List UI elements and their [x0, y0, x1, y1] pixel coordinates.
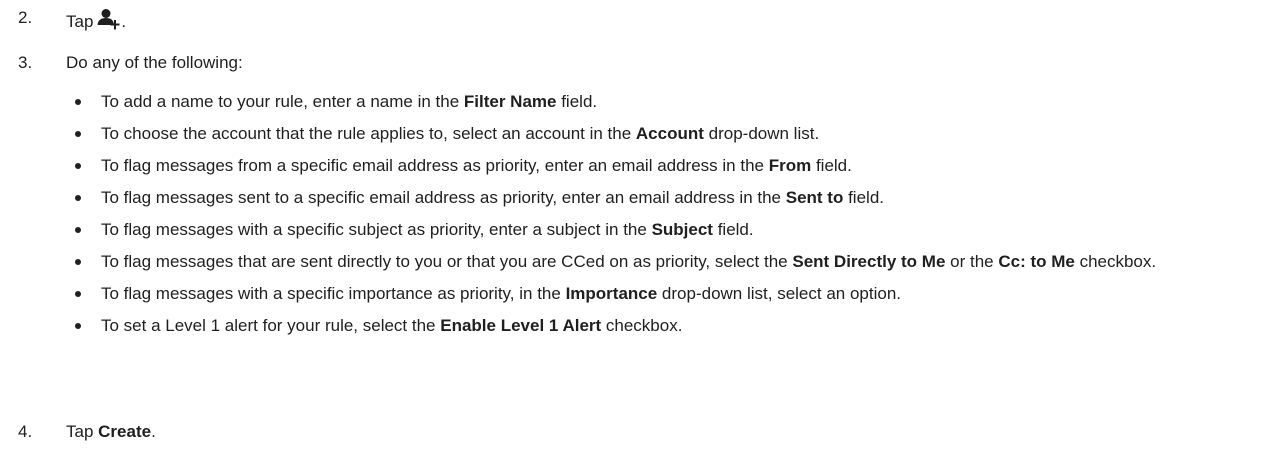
item-text: field. [712, 220, 754, 239]
bullet-icon [75, 163, 81, 169]
step-number: 3. [18, 53, 33, 72]
item-text: To flag messages with a specific importa… [101, 284, 566, 303]
item-text: drop-down list. [703, 124, 820, 143]
bullet-icon [75, 227, 81, 233]
item-text: To add a name to your rule, enter a name… [101, 92, 464, 111]
list-item: To set a Level 1 alert for your rule, se… [66, 315, 1236, 336]
item-text: checkbox. [601, 316, 683, 335]
bullet-icon [75, 259, 81, 265]
bullet-icon [75, 195, 81, 201]
step-2-period: . [121, 12, 127, 31]
step-number: 4. [18, 422, 33, 441]
step-4-period: . [151, 422, 156, 441]
item-text: To choose the account that the rule appl… [101, 124, 636, 143]
item-text: drop-down list, select an option. [657, 284, 902, 303]
step-4-text: Tap [66, 422, 99, 441]
ui-label: Enable Level 1 Alert [440, 316, 602, 335]
bullet-icon [75, 131, 81, 137]
ui-label: Sent Directly to Me [792, 252, 946, 271]
step-2-text: Tap [66, 12, 94, 31]
item-text: To flag messages that are sent directly … [101, 252, 793, 271]
item-text: checkbox. [1074, 252, 1157, 271]
ui-label: Cc: to Me [998, 252, 1075, 271]
step-number: 2. [18, 8, 33, 27]
item-text: To flag messages from a specific email a… [101, 156, 769, 175]
ui-label: Importance [565, 284, 658, 303]
list-item: To choose the account that the rule appl… [66, 123, 1236, 144]
bullet-icon [75, 323, 81, 329]
item-text: or the [945, 252, 999, 271]
bullet-icon [75, 291, 81, 297]
item-text: field. [556, 92, 598, 111]
item-text: field. [843, 188, 884, 207]
list-item: To flag messages sent to a specific emai… [66, 187, 1236, 208]
ui-label: From [768, 156, 812, 175]
add-contact-icon [97, 8, 121, 35]
list-item: To flag messages from a specific email a… [66, 155, 1236, 176]
item-text: To flag messages sent to a specific emai… [101, 188, 786, 207]
ui-label: Account [635, 124, 704, 143]
document-page: 2. Tap . 3. Do any of the following: To … [0, 0, 1262, 459]
item-text: To flag messages with a specific subject… [101, 220, 652, 239]
list-item: To flag messages that are sent directly … [66, 251, 1236, 272]
list-item: To add a name to your rule, enter a name… [66, 91, 1236, 112]
ui-label: Create [98, 422, 152, 441]
ui-label: Sent to [785, 188, 844, 207]
bullet-icon [75, 99, 81, 105]
item-text: field. [811, 156, 852, 175]
options-list: To add a name to your rule, enter a name… [66, 91, 1236, 347]
step-text: Tap Create. [66, 422, 156, 442]
step-text: Do any of the following: [66, 53, 243, 72]
ui-label: Subject [651, 220, 713, 239]
list-item: To flag messages with a specific subject… [66, 219, 1236, 240]
list-item: To flag messages with a specific importa… [66, 283, 1236, 304]
item-text: To set a Level 1 alert for your rule, se… [101, 316, 441, 335]
step-text: Tap . [66, 8, 126, 35]
ui-label: Filter Name [463, 92, 557, 111]
